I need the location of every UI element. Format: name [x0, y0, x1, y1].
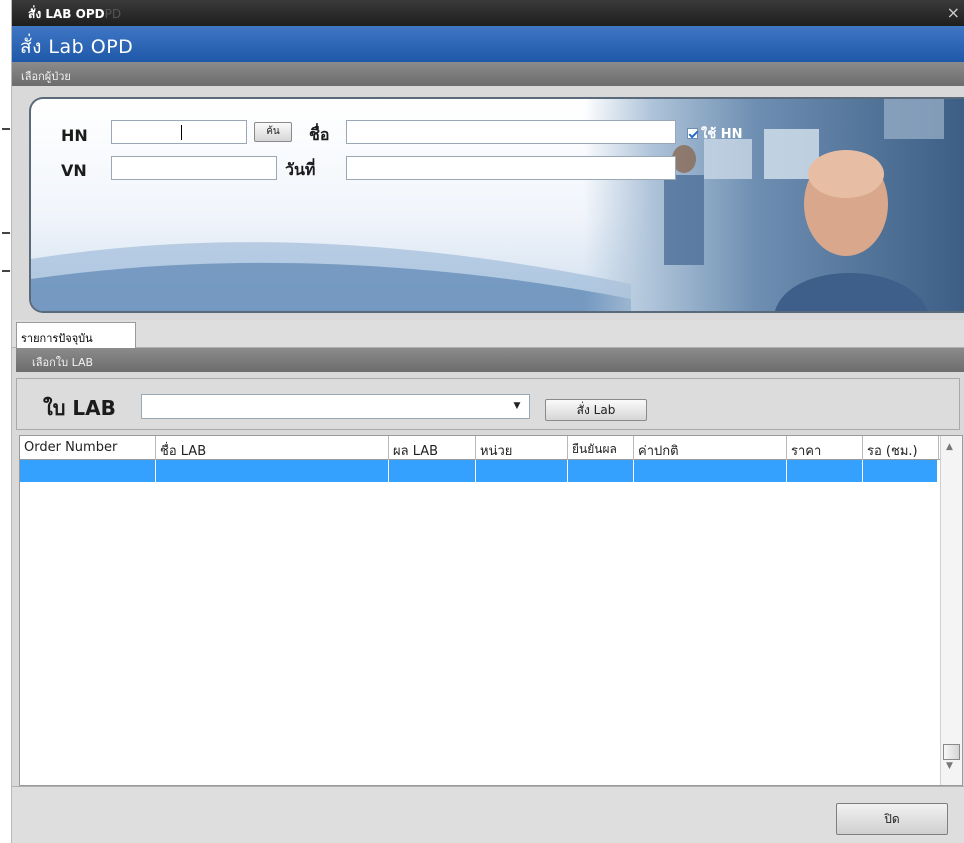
column-header[interactable]: ราคา: [787, 436, 863, 460]
table-cell: [568, 460, 634, 482]
table-cell: [863, 460, 938, 482]
vn-input[interactable]: [111, 156, 277, 180]
patient-panel: HN ค้น ชื่อ ใช้ HN VN วันที่: [29, 97, 964, 313]
lab-sheet-label: ใบ LAB: [43, 396, 116, 420]
lab-select-box: ใบ LAB ▼ สั่ง Lab: [16, 378, 960, 430]
table-cell: [20, 460, 156, 482]
column-header[interactable]: ชื่อ LAB: [156, 436, 389, 460]
left-edge-bar: [0, 0, 12, 843]
use-hn-checkbox[interactable]: ใช้ HN: [687, 123, 742, 144]
edge-mark: [2, 270, 10, 272]
lab-sheet-select[interactable]: ▼: [141, 394, 530, 419]
column-header[interactable]: หน่วย: [476, 436, 568, 460]
edge-mark: [2, 232, 10, 234]
chevron-up-icon[interactable]: ▲: [946, 442, 953, 452]
column-header[interactable]: รอ (ชม.): [863, 436, 939, 460]
lab-opd-window: สั่ง LAB OPDPD × สั่ง Lab OPD เลือกผู้ป่…: [0, 0, 964, 843]
table-row[interactable]: [20, 460, 938, 482]
edge-mark: [2, 128, 10, 130]
order-lab-button[interactable]: สั่ง Lab: [545, 399, 647, 421]
date-label: วันที่: [285, 160, 316, 179]
table-cell: [634, 460, 787, 482]
vertical-scrollbar[interactable]: ▲ ▼: [940, 436, 962, 785]
use-hn-label: ใช้ HN: [701, 127, 743, 142]
table-cell: [476, 460, 568, 482]
column-header[interactable]: ยืนยันผล: [568, 436, 634, 460]
column-header[interactable]: Order Number: [20, 436, 156, 460]
tab-current-items[interactable]: รายการปัจจุบัน: [16, 322, 136, 348]
text-caret: [181, 125, 182, 140]
patient-group-header: เลือกผู้ป่วย: [12, 62, 964, 86]
close-button[interactable]: ปิด: [836, 803, 948, 835]
window-title: สั่ง LAB OPDPD: [28, 7, 122, 21]
table-cell: [156, 460, 389, 482]
window-close-button[interactable]: ×: [947, 3, 960, 22]
form-title: สั่ง Lab OPD: [20, 36, 134, 58]
search-button[interactable]: ค้น: [254, 122, 292, 142]
table-cell: [389, 460, 476, 482]
footer-bar: [12, 786, 964, 843]
grid-header: Order Number ชื่อ LAB ผล LAB หน่วย ยืนยั…: [20, 436, 940, 460]
column-header[interactable]: ผล LAB: [389, 436, 476, 460]
lab-group-header: เลือกใบ LAB: [16, 348, 964, 372]
name-label: ชื่อ: [309, 125, 330, 144]
tab-strip: รายการปัจจุบัน: [12, 320, 964, 348]
chevron-down-icon[interactable]: ▼: [946, 761, 953, 771]
patient-group-title: เลือกผู้ป่วย: [21, 70, 71, 83]
vn-label: VN: [61, 161, 87, 180]
form-header: สั่ง Lab OPD: [12, 26, 964, 62]
scrollbar-thumb[interactable]: [943, 744, 960, 760]
hn-label: HN: [61, 126, 88, 145]
name-input[interactable]: [346, 120, 676, 144]
hn-input[interactable]: [111, 120, 247, 144]
table-cell: [787, 460, 863, 482]
lab-group-title: เลือกใบ LAB: [32, 356, 94, 369]
chevron-down-icon[interactable]: ▼: [507, 397, 527, 416]
column-header[interactable]: ค่าปกติ: [634, 436, 787, 460]
date-input[interactable]: [346, 156, 676, 180]
lab-order-grid[interactable]: Order Number ชื่อ LAB ผล LAB หน่วย ยืนยั…: [19, 435, 963, 786]
checkbox-checked-icon[interactable]: [687, 128, 698, 139]
window-title-bar[interactable]: สั่ง LAB OPDPD ×: [12, 0, 964, 26]
